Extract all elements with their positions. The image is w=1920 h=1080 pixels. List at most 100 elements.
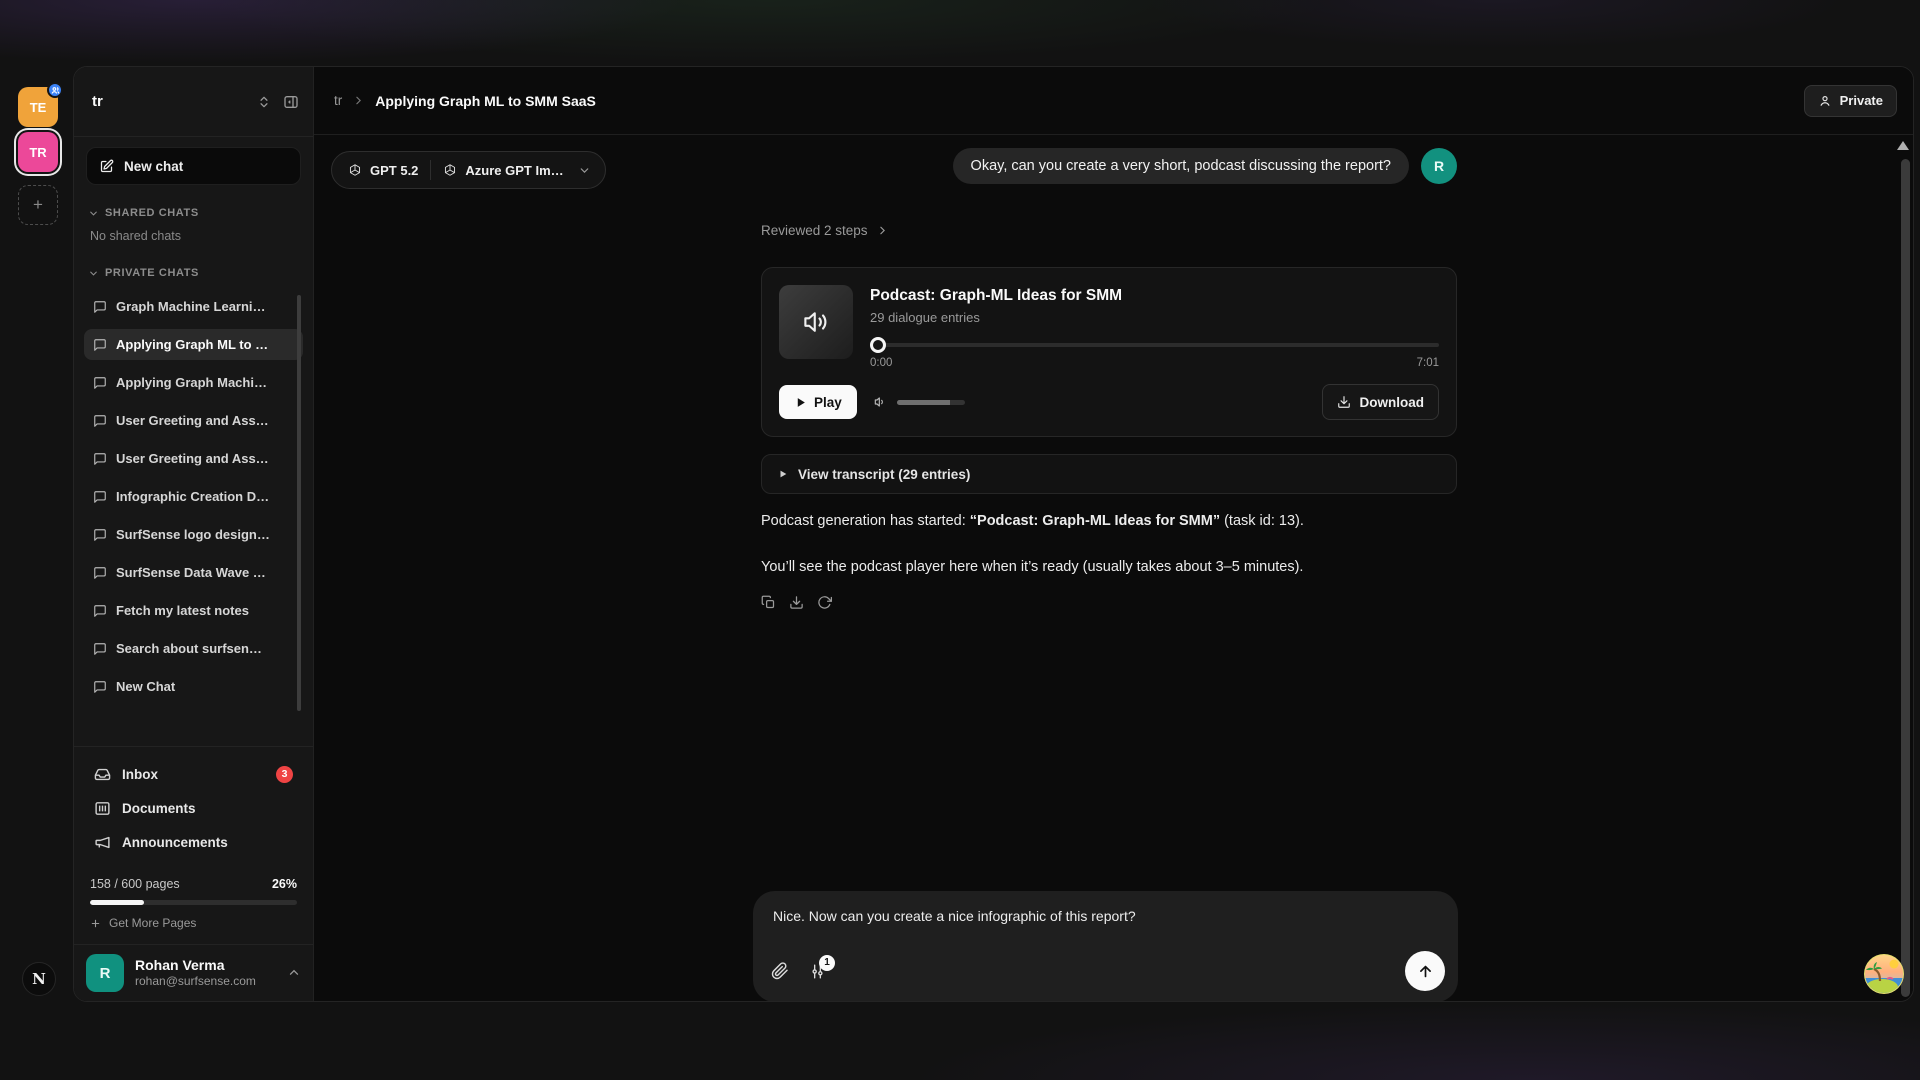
chat-item[interactable]: User Greeting and Ass…	[84, 405, 303, 436]
download-icon[interactable]	[789, 595, 804, 610]
user-name: Rohan Verma	[135, 957, 276, 975]
app-logo[interactable]: N	[22, 962, 56, 996]
chevron-down-icon[interactable]	[576, 164, 601, 177]
send-button[interactable]	[1405, 951, 1445, 991]
openai-icon	[348, 163, 362, 177]
chat-item[interactable]: Search about surfsen…	[84, 633, 303, 664]
message-square-icon	[93, 604, 107, 618]
chat-item[interactable]: Fetch my latest notes	[84, 595, 303, 626]
podcast-current-time: 0:00	[870, 357, 892, 369]
chevron-up-icon	[287, 966, 301, 980]
usage-progress-fill	[90, 900, 144, 905]
chat-item-label: Fetch my latest notes	[116, 603, 249, 618]
user-message-bubble: Okay, can you create a very short, podca…	[953, 148, 1409, 184]
message-square-icon	[93, 376, 107, 390]
island-sticker[interactable]	[1863, 953, 1905, 995]
play-button[interactable]: Play	[779, 385, 857, 419]
sidebar-item-inbox[interactable]: Inbox 3	[86, 757, 301, 791]
sidebar-item-documents[interactable]: Documents	[86, 791, 301, 825]
user-avatar-initial: R	[100, 965, 111, 982]
get-more-pages-label: Get More Pages	[109, 916, 196, 930]
chat-item[interactable]: SurfSense logo design…	[84, 519, 303, 550]
documents-label: Documents	[122, 801, 196, 816]
chat-item-label: Infographic Creation D…	[116, 489, 269, 504]
chat-item-label: Search about surfsen…	[116, 641, 262, 656]
reviewed-steps-toggle[interactable]: Reviewed 2 steps	[761, 223, 1457, 238]
refresh-icon[interactable]	[817, 595, 832, 610]
new-chat-label: New chat	[124, 159, 183, 174]
shared-chats-header[interactable]: SHARED CHATS	[74, 207, 313, 219]
model-primary[interactable]: GPT 5.2	[336, 163, 430, 178]
workspace-tr[interactable]: TR	[18, 132, 58, 172]
podcast-seek-slider[interactable]	[870, 337, 1439, 353]
composer[interactable]: Nice. Now can you create a nice infograp…	[753, 891, 1458, 1002]
speaker-icon	[801, 307, 831, 337]
chevron-down-icon	[88, 208, 99, 219]
chat-item-label: Applying Graph ML to …	[116, 337, 268, 352]
chat-item-selected[interactable]: Applying Graph ML to …	[84, 329, 303, 360]
message-square-icon	[93, 338, 107, 352]
view-transcript-toggle[interactable]: View transcript (29 entries)	[761, 454, 1457, 494]
sidebar-spacer	[74, 702, 313, 746]
sidebar-item-announcements[interactable]: Announcements	[86, 825, 301, 859]
new-chat-wrap: New chat	[74, 137, 313, 185]
chat-item[interactable]: SurfSense Data Wave …	[84, 557, 303, 588]
tools-toggle[interactable]: 1	[809, 963, 826, 980]
volume-icon[interactable]	[872, 394, 888, 410]
podcast-seek-track	[870, 343, 1439, 347]
workspace-name[interactable]: tr	[92, 93, 245, 110]
play-label: Play	[814, 395, 842, 410]
play-icon	[794, 396, 807, 409]
sidebar-scrollbar[interactable]	[297, 295, 301, 711]
user-avatar: R	[86, 954, 124, 992]
message-square-icon	[93, 642, 107, 656]
chat-item[interactable]: User Greeting and Ass…	[84, 443, 303, 474]
inbox-icon	[94, 766, 111, 783]
chat-item[interactable]: New Chat	[84, 671, 303, 702]
main-scrollbar[interactable]	[1901, 159, 1910, 997]
status-bold: “Podcast: Graph-ML Ideas for SMM”	[970, 513, 1220, 529]
screen: TE TR + N tr	[0, 0, 1920, 1080]
chat-item[interactable]: Applying Graph Machi…	[84, 367, 303, 398]
panel-left-icon[interactable]	[283, 94, 299, 110]
user-menu[interactable]: R Rohan Verma rohan@surfsense.com	[74, 945, 313, 1001]
new-chat-button[interactable]: New chat	[86, 147, 301, 185]
get-more-pages-button[interactable]: Get More Pages	[90, 916, 297, 930]
usage-progress-bar	[90, 900, 297, 905]
workspace-te[interactable]: TE	[18, 87, 58, 127]
message-square-icon	[93, 680, 107, 694]
add-workspace-button[interactable]: +	[18, 185, 58, 225]
podcast-seek-knob[interactable]	[870, 337, 886, 353]
breadcrumb-root[interactable]: tr	[334, 93, 342, 108]
copy-icon[interactable]	[761, 595, 776, 610]
message-square-icon	[93, 490, 107, 504]
scroll-up-arrow[interactable]	[1897, 141, 1909, 150]
download-icon	[1337, 395, 1351, 409]
chat-item[interactable]: Graph Machine Learni…	[84, 291, 303, 322]
chevrons-up-down-icon[interactable]	[257, 95, 271, 109]
sidebar: tr New chat	[74, 67, 314, 1001]
main-area: tr Applying Graph ML to SMM SaaS Private	[314, 67, 1913, 1001]
chat-item[interactable]: Infographic Creation D…	[84, 481, 303, 512]
private-chats-header[interactable]: PRIVATE CHATS	[74, 267, 313, 279]
podcast-duration: 7:01	[1417, 357, 1439, 369]
private-button[interactable]: Private	[1804, 85, 1897, 117]
model-secondary[interactable]: Azure GPT Im…	[431, 163, 575, 178]
workspace-rail: TE TR + N	[0, 66, 73, 1002]
view-transcript-label: View transcript (29 entries)	[798, 467, 970, 482]
download-button[interactable]: Download	[1322, 384, 1440, 420]
paperclip-icon[interactable]	[771, 962, 789, 980]
chat-item-label: Graph Machine Learni…	[116, 299, 266, 314]
message-square-icon	[93, 300, 107, 314]
podcast-title: Podcast: Graph-ML Ideas for SMM	[870, 287, 1439, 305]
composer-input[interactable]: Nice. Now can you create a nice infograp…	[773, 908, 1438, 924]
status-message: Podcast generation has started: “Podcast…	[761, 513, 1457, 529]
usage-section: 158 / 600 pages 26% Get More Pages	[74, 865, 313, 944]
private-chat-list: Graph Machine Learni… Applying Graph ML …	[74, 291, 313, 702]
app-panel: tr New chat	[73, 66, 1914, 1002]
workspace-te-label: TE	[30, 100, 47, 115]
volume-slider[interactable]	[897, 400, 965, 405]
podcast-entries: 29 dialogue entries	[870, 310, 1439, 325]
user-message-row: Okay, can you create a very short, podca…	[761, 148, 1457, 184]
volume-fill	[897, 400, 950, 405]
